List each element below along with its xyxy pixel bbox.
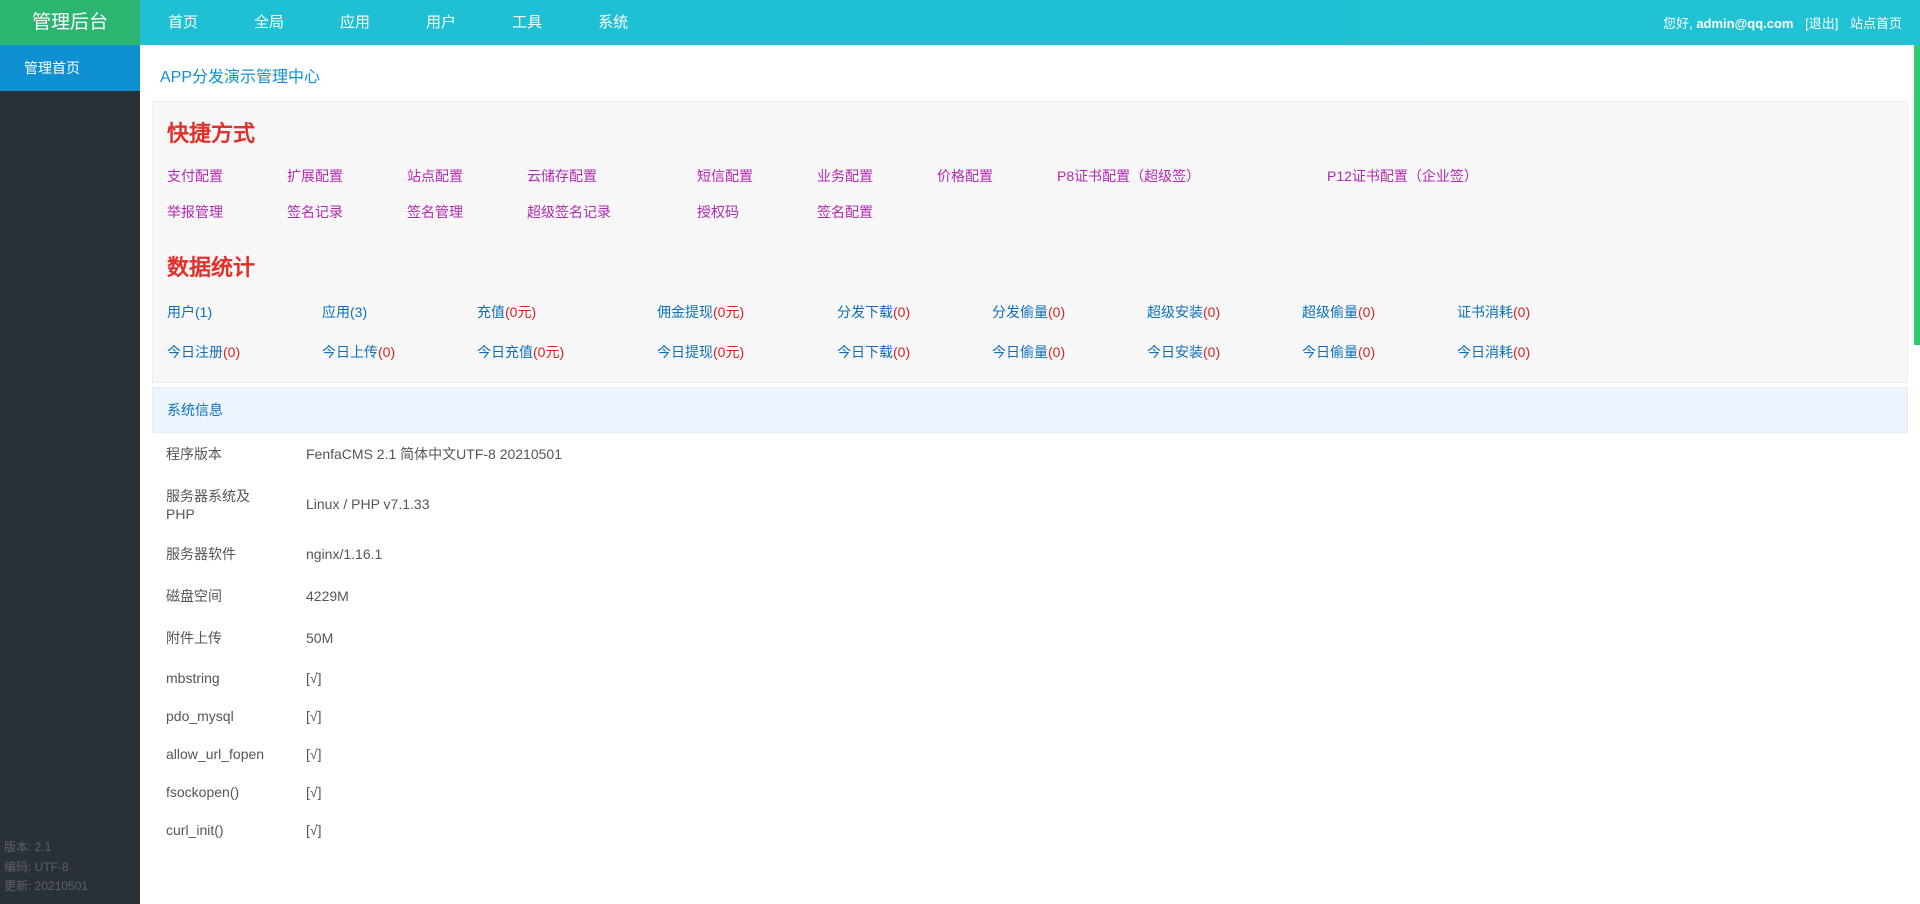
nav-items: 首页全局应用用户工具系统 [140,0,656,45]
breadcrumb-link[interactable]: APP分发演示管理中心 [160,69,320,86]
sysinfo-value: nginx/1.16.1 [292,533,1908,575]
shortcut-link[interactable]: P12证书配置（企业签） [1327,168,1478,184]
stat-link[interactable]: 充值(0元) [477,304,536,320]
shortcut-link[interactable]: 签名配置 [817,204,873,220]
stat-link[interactable]: 分发偷量(0) [992,304,1065,320]
stat-link[interactable]: 今日下载(0) [837,344,910,360]
shortcut-link[interactable]: 站点配置 [407,168,463,184]
sysinfo-row: mbstring[√] [152,659,1908,697]
shortcut-link[interactable]: P8证书配置（超级签） [1057,168,1200,184]
shortcuts-title: 快捷方式 [153,102,1907,158]
stat-link[interactable]: 超级安装(0) [1147,304,1220,320]
sidebar: 管理首页 版本: 2.1 编码: UTF-8 更新: 20210501 [0,45,140,904]
sysinfo-title: 系统信息 [152,387,1908,433]
sysinfo-value: 50M [292,617,1908,659]
sysinfo-key: 附件上传 [152,617,292,659]
stat-link[interactable]: 超级偷量(0) [1302,304,1375,320]
scrollbar-indicator [1914,45,1920,345]
stat-link[interactable]: 用户(1) [167,304,212,320]
sysinfo-key: mbstring [152,659,292,697]
stat-link[interactable]: 今日消耗(0) [1457,344,1530,360]
sysinfo-value: [√] [292,773,1908,811]
shortcut-link[interactable]: 举报管理 [167,204,223,220]
sysinfo-row: 磁盘空间4229M [152,575,1908,617]
shortcut-link[interactable]: 支付配置 [167,168,223,184]
sysinfo-key: fsockopen() [152,773,292,811]
logout-link[interactable]: [退出] [1805,16,1838,31]
sysinfo-value: [√] [292,735,1908,773]
stat-link[interactable]: 分发下载(0) [837,304,910,320]
greeting-prefix: 您好, [1663,16,1696,31]
nav-item-4[interactable]: 工具 [484,0,570,45]
sysinfo-value: 4229M [292,575,1908,617]
nav-item-0[interactable]: 首页 [140,0,226,45]
top-nav: 管理后台 首页全局应用用户工具系统 您好, admin@qq.com [退出] … [0,0,1920,45]
shortcut-link[interactable]: 云储存配置 [527,168,597,184]
sidebar-item-home[interactable]: 管理首页 [0,45,140,91]
sysinfo-key: pdo_mysql [152,697,292,735]
nav-right: 您好, admin@qq.com [退出] 站点首页 [1663,13,1920,32]
shortcut-link[interactable]: 扩展配置 [287,168,343,184]
shortcut-link[interactable]: 授权码 [697,204,739,220]
stat-link[interactable]: 证书消耗(0) [1457,304,1530,320]
sysinfo-key: 磁盘空间 [152,575,292,617]
shortcut-link[interactable]: 短信配置 [697,168,753,184]
sysinfo-value: [√] [292,811,1908,849]
breadcrumb: APP分发演示管理中心 [152,45,1908,101]
shortcut-link[interactable]: 签名管理 [407,204,463,220]
nav-item-5[interactable]: 系统 [570,0,656,45]
shortcut-link[interactable]: 超级签名记录 [527,204,611,220]
sysinfo-key: 服务器系统及 PHP [152,475,292,533]
sysinfo-row: curl_init()[√] [152,811,1908,849]
stat-link[interactable]: 今日注册(0) [167,344,240,360]
sysinfo-row: fsockopen()[√] [152,773,1908,811]
sysinfo-row: pdo_mysql[√] [152,697,1908,735]
stat-link[interactable]: 今日上传(0) [322,344,395,360]
nav-item-2[interactable]: 应用 [312,0,398,45]
shortcuts-panel: 快捷方式 支付配置 扩展配置 站点配置 云储存配置 短信配置 业务配置 价格配置 P8证书配置… [152,101,1908,383]
sysinfo-row: allow_url_fopen[√] [152,735,1908,773]
sysinfo-key: allow_url_fopen [152,735,292,773]
stat-link[interactable]: 佣金提现(0元) [657,304,744,320]
shortcut-link[interactable]: 业务配置 [817,168,873,184]
shortcut-link[interactable]: 价格配置 [937,168,993,184]
stat-link[interactable]: 今日安装(0) [1147,344,1220,360]
stat-link[interactable]: 应用(3) [322,304,367,320]
sysinfo-row: 附件上传50M [152,617,1908,659]
sysinfo-row: 程序版本FenfaCMS 2.1 简体中文UTF-8 20210501 [152,433,1908,475]
user-link[interactable]: admin@qq.com [1696,16,1793,31]
sysinfo-value: Linux / PHP v7.1.33 [292,475,1908,533]
sysinfo-value: [√] [292,659,1908,697]
sysinfo-value: [√] [292,697,1908,735]
stat-link[interactable]: 今日偷量(0) [992,344,1065,360]
nav-item-1[interactable]: 全局 [226,0,312,45]
stat-link[interactable]: 今日偷量(0) [1302,344,1375,360]
sysinfo-key: curl_init() [152,811,292,849]
sysinfo-value: FenfaCMS 2.1 简体中文UTF-8 20210501 [292,433,1908,475]
sidebar-footer: 版本: 2.1 编码: UTF-8 更新: 20210501 [0,832,140,904]
main-content: APP分发演示管理中心 快捷方式 支付配置 扩展配置 站点配置 云储存配置 短信配置 业务… [140,45,1920,904]
sysinfo-key: 服务器软件 [152,533,292,575]
nav-item-3[interactable]: 用户 [398,0,484,45]
stat-link[interactable]: 今日充值(0元) [477,344,564,360]
sysinfo-table: 程序版本FenfaCMS 2.1 简体中文UTF-8 20210501服务器系统… [152,433,1908,849]
site-home-link[interactable]: 站点首页 [1850,16,1902,31]
stats-title: 数据统计 [153,236,1907,292]
sysinfo-row: 服务器软件nginx/1.16.1 [152,533,1908,575]
sysinfo-row: 服务器系统及 PHPLinux / PHP v7.1.33 [152,475,1908,533]
shortcut-link[interactable]: 签名记录 [287,204,343,220]
brand: 管理后台 [0,0,140,45]
stat-link[interactable]: 今日提现(0元) [657,344,744,360]
sysinfo-key: 程序版本 [152,433,292,475]
